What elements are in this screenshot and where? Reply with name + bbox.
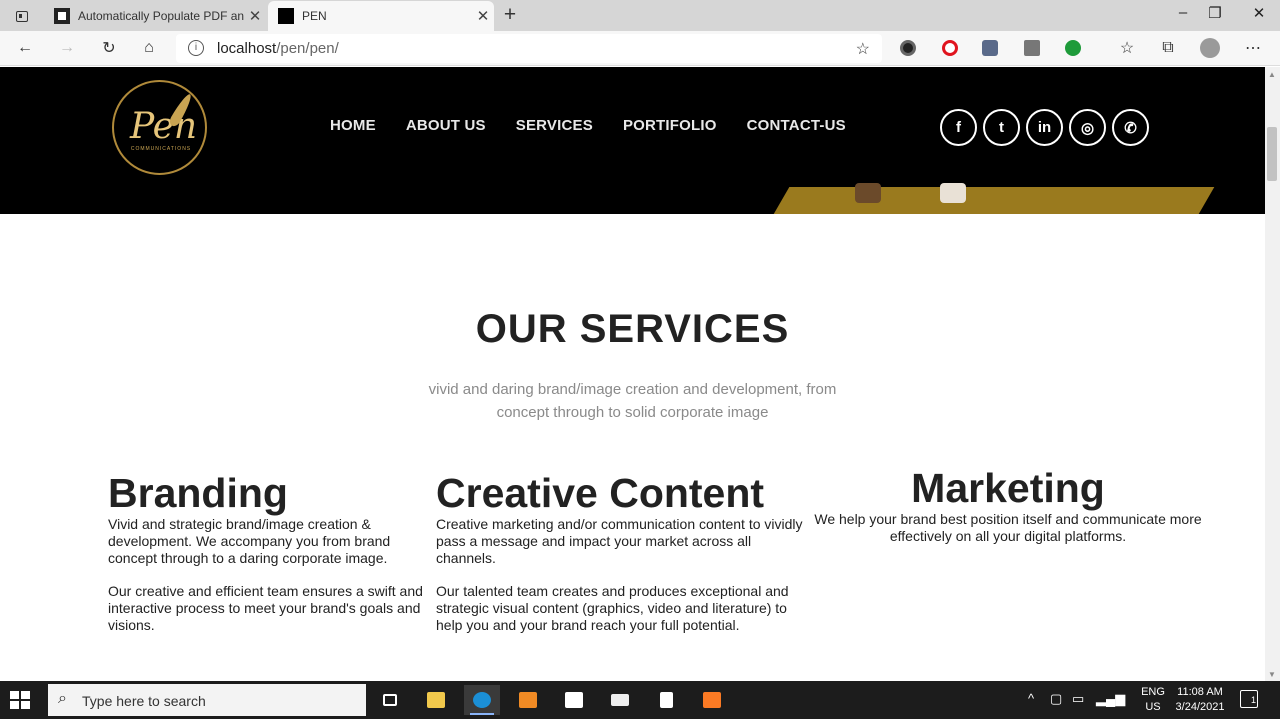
instagram-icon[interactable]: ◎ (1069, 109, 1106, 146)
taskbar-search[interactable]: ⌕ Type here to search (48, 684, 366, 716)
scroll-up-icon[interactable]: ▲ (1268, 70, 1276, 79)
marketing-text: We help your brand best position itself … (814, 511, 1202, 544)
search-icon: ⌕ (58, 690, 67, 707)
mail-icon[interactable] (602, 685, 638, 715)
extension-camera-icon[interactable] (900, 40, 916, 56)
document-app-icon[interactable] (648, 685, 684, 715)
windows-taskbar: ⌕ Type here to search ^ ▢ ▭ ▂▄▆ 🔈︎ ENG U… (0, 681, 1280, 719)
file-explorer-icon[interactable] (418, 685, 454, 715)
marketing-heading: Marketing (911, 465, 1105, 511)
document-icon (54, 8, 70, 24)
page-scrollbar[interactable]: ▲ ▼ (1265, 67, 1280, 681)
services-subtitle: vivid and daring brand/image creation an… (428, 381, 837, 421)
services-title: OUR SERVICES (475, 307, 790, 351)
whatsapp-icon[interactable]: ✆ (1112, 109, 1149, 146)
new-tab-icon[interactable]: + (498, 3, 522, 27)
url-text: localhost/pen/pen/ (217, 40, 339, 57)
branding-text-1: Vivid and strategic brand/image creation… (108, 516, 391, 566)
notification-center-icon[interactable]: 1 (1240, 690, 1258, 708)
store-icon[interactable] (556, 685, 592, 715)
close-tab-icon[interactable]: ✕ (244, 7, 266, 25)
collections-icon[interactable]: ⧉ (1155, 37, 1181, 59)
close-tab-icon[interactable]: ✕ (472, 7, 494, 25)
nav-home[interactable]: HOME (330, 117, 376, 134)
close-window-icon[interactable]: ✕ (1239, 4, 1279, 22)
home-icon[interactable]: ⌂ (136, 37, 162, 59)
creative-content-text-1: Creative marketing and/or communication … (436, 516, 803, 566)
maximize-icon[interactable]: ❐ (1195, 4, 1235, 22)
hero-gold-band (772, 187, 1215, 214)
pen-logo[interactable]: Pen COMMUNICATIONS (112, 80, 207, 175)
refresh-icon[interactable]: ↻ (96, 37, 122, 59)
hero-decor-shape (855, 183, 881, 203)
add-favorite-icon[interactable]: ☆ (856, 39, 870, 59)
scrollbar-thumb[interactable] (1267, 127, 1277, 181)
creative-content-column: Creative Content Creative marketing and/… (436, 470, 808, 634)
browser-tab-pen[interactable]: PEN ✕ (268, 1, 494, 31)
nav-portfolio[interactable]: PORTIFOLIO (623, 117, 717, 134)
nav-contact-us[interactable]: CONTACT-US (747, 117, 846, 134)
meet-now-icon[interactable]: ▢ (1050, 691, 1062, 707)
back-icon[interactable]: ← (12, 37, 38, 59)
edge-icon[interactable] (464, 685, 500, 715)
browser-toolbar: ← → ↻ ⌂ i localhost/pen/pen/ ☆ ☆ ⧉ ⋯ (0, 31, 1280, 66)
system-clock[interactable]: 11:08 AM 3/24/2021 (1172, 685, 1228, 715)
branding-heading: Branding (108, 470, 288, 516)
volume-icon[interactable]: 🔈︎ (1118, 691, 1126, 707)
nav-about-us[interactable]: ABOUT US (406, 117, 486, 134)
hero-decor-shape (940, 183, 966, 203)
more-menu-icon[interactable]: ⋯ (1240, 37, 1266, 59)
branding-column: Branding Vivid and strategic brand/image… (108, 470, 426, 634)
creative-content-text-2: Our talented team creates and produces e… (436, 583, 789, 633)
linkedin-icon[interactable]: in (1026, 109, 1063, 146)
marketing-column: Marketing We help your brand best positi… (808, 465, 1208, 545)
tab-strip: Automatically Populate PDF and ✕ PEN ✕ +… (0, 0, 1280, 31)
windows-start-icon[interactable] (10, 691, 30, 709)
shield-extension-icon[interactable] (982, 40, 998, 56)
black-square-icon (278, 8, 294, 24)
forward-icon[interactable]: → (54, 37, 80, 59)
xampp-icon[interactable] (694, 685, 730, 715)
show-hidden-icons[interactable]: ^ (1028, 691, 1034, 706)
window-menu-icon[interactable] (8, 6, 36, 26)
favorites-icon[interactable]: ☆ (1114, 37, 1140, 59)
task-view-icon[interactable] (372, 685, 408, 715)
scroll-down-icon[interactable]: ▼ (1268, 670, 1276, 679)
social-links: f t in ◎ ✆ (940, 109, 1149, 146)
creative-content-heading: Creative Content (436, 470, 765, 516)
address-bar[interactable]: i localhost/pen/pen/ ☆ (176, 34, 882, 63)
profile-avatar[interactable] (1200, 38, 1220, 58)
branding-text-2: Our creative and efficient team ensures … (108, 583, 423, 633)
battery-icon[interactable]: ▭ (1072, 691, 1084, 707)
site-header: Pen COMMUNICATIONS HOME ABOUT US SERVICE… (0, 67, 1265, 214)
sublime-icon[interactable] (510, 685, 546, 715)
green-extension-icon[interactable] (1065, 40, 1081, 56)
twitter-icon[interactable]: t (983, 109, 1020, 146)
briefcase-extension-icon[interactable] (1024, 40, 1040, 56)
opera-icon[interactable] (942, 40, 958, 56)
nav-services[interactable]: SERVICES (516, 117, 593, 134)
tab-title: PEN (302, 9, 327, 23)
page-viewport: Pen COMMUNICATIONS HOME ABOUT US SERVICE… (0, 67, 1265, 681)
info-icon[interactable]: i (188, 40, 204, 56)
language-indicator[interactable]: ENG US (1140, 685, 1166, 715)
browser-tab-pdf[interactable]: Automatically Populate PDF and ✕ (44, 1, 266, 31)
main-nav: HOME ABOUT US SERVICES PORTIFOLIO CONTAC… (330, 117, 846, 134)
facebook-icon[interactable]: f (940, 109, 977, 146)
tab-title: Automatically Populate PDF and (78, 9, 244, 23)
